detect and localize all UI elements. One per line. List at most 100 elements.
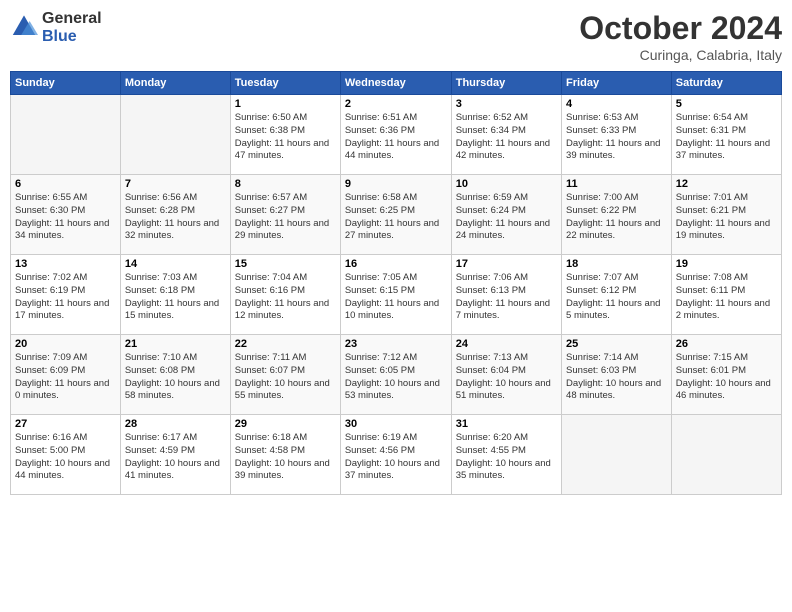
weekday-header: Monday — [120, 72, 230, 95]
calendar-cell: 13Sunrise: 7:02 AM Sunset: 6:19 PM Dayli… — [11, 255, 121, 335]
calendar-cell: 12Sunrise: 7:01 AM Sunset: 6:21 PM Dayli… — [671, 175, 781, 255]
calendar-cell: 7 Sunrise: 6:56 AM Sunset: 6:28 PM Daylig… — [120, 175, 230, 255]
day-number: 31 — [456, 418, 557, 430]
day-number: 28 — [125, 418, 226, 430]
day-detail: Sunrise: 6:51 AM Sunset: 6:36 PM Dayligh… — [345, 112, 447, 163]
calendar-cell: 5Sunrise: 6:54 AM Sunset: 6:31 PM Daylig… — [671, 95, 781, 175]
day-number: 6 — [15, 178, 116, 190]
day-detail: Sunrise: 7:09 AM Sunset: 6:09 PM Dayligh… — [15, 352, 116, 403]
day-detail: Sunrise: 6:19 AM Sunset: 4:56 PM Dayligh… — [345, 432, 447, 483]
calendar-cell: 27Sunrise: 6:16 AM Sunset: 5:00 PM Dayli… — [11, 415, 121, 495]
weekday-header: Thursday — [451, 72, 561, 95]
day-detail: Sunrise: 7:00 AM Sunset: 6:22 PM Dayligh… — [566, 192, 667, 243]
calendar-cell: 2 Sunrise: 6:51 AM Sunset: 6:36 PM Daylig… — [340, 95, 451, 175]
calendar-cell: 22 Sunrise: 7:11 AM Sunset: 6:07 PM Dayli… — [230, 335, 340, 415]
calendar-cell: 11 Sunrise: 7:00 AM Sunset: 6:22 PM Dayli… — [562, 175, 672, 255]
day-number: 30 — [345, 418, 447, 430]
logo: General Blue — [10, 10, 102, 45]
day-number: 11 — [566, 178, 667, 190]
calendar-cell: 20Sunrise: 7:09 AM Sunset: 6:09 PM Dayli… — [11, 335, 121, 415]
page-subtitle: Curinga, Calabria, Italy — [579, 47, 782, 63]
calendar-cell: 6 Sunrise: 6:55 AM Sunset: 6:30 PM Daylig… — [11, 175, 121, 255]
day-number: 12 — [676, 178, 777, 190]
day-number: 29 — [235, 418, 336, 430]
day-detail: Sunrise: 7:04 AM Sunset: 6:16 PM Dayligh… — [235, 272, 336, 323]
day-detail: Sunrise: 7:12 AM Sunset: 6:05 PM Dayligh… — [345, 352, 447, 403]
weekday-header: Saturday — [671, 72, 781, 95]
calendar-cell: 28 Sunrise: 6:17 AM Sunset: 4:59 PM Dayli… — [120, 415, 230, 495]
calendar-header-row: SundayMondayTuesdayWednesdayThursdayFrid… — [11, 72, 782, 95]
day-detail: Sunrise: 7:08 AM Sunset: 6:11 PM Dayligh… — [676, 272, 777, 323]
day-number: 22 — [235, 338, 336, 350]
day-number: 25 — [566, 338, 667, 350]
calendar-cell: 3Sunrise: 6:52 AM Sunset: 6:34 PM Daylig… — [451, 95, 561, 175]
calendar-table: SundayMondayTuesdayWednesdayThursdayFrid… — [10, 71, 782, 495]
calendar-cell: 8 Sunrise: 6:57 AM Sunset: 6:27 PM Daylig… — [230, 175, 340, 255]
day-detail: Sunrise: 6:58 AM Sunset: 6:25 PM Dayligh… — [345, 192, 447, 243]
day-detail: Sunrise: 6:55 AM Sunset: 6:30 PM Dayligh… — [15, 192, 116, 243]
day-detail: Sunrise: 7:14 AM Sunset: 6:03 PM Dayligh… — [566, 352, 667, 403]
weekday-header: Sunday — [11, 72, 121, 95]
day-number: 2 — [345, 98, 447, 110]
calendar-cell — [562, 415, 672, 495]
day-detail: Sunrise: 7:13 AM Sunset: 6:04 PM Dayligh… — [456, 352, 557, 403]
day-detail: Sunrise: 6:56 AM Sunset: 6:28 PM Dayligh… — [125, 192, 226, 243]
weekday-header: Tuesday — [230, 72, 340, 95]
day-number: 1 — [235, 98, 336, 110]
calendar-cell — [11, 95, 121, 175]
logo-text: General Blue — [42, 10, 102, 45]
day-detail: Sunrise: 6:59 AM Sunset: 6:24 PM Dayligh… — [456, 192, 557, 243]
title-block: October 2024 Curinga, Calabria, Italy — [579, 10, 782, 63]
day-number: 7 — [125, 178, 226, 190]
calendar-cell: 29Sunrise: 6:18 AM Sunset: 4:58 PM Dayli… — [230, 415, 340, 495]
day-detail: Sunrise: 6:17 AM Sunset: 4:59 PM Dayligh… — [125, 432, 226, 483]
calendar-cell: 14Sunrise: 7:03 AM Sunset: 6:18 PM Dayli… — [120, 255, 230, 335]
day-number: 8 — [235, 178, 336, 190]
day-number: 18 — [566, 258, 667, 270]
day-detail: Sunrise: 6:57 AM Sunset: 6:27 PM Dayligh… — [235, 192, 336, 243]
calendar-cell: 26 Sunrise: 7:15 AM Sunset: 6:01 PM Dayli… — [671, 335, 781, 415]
calendar-week-row: 20Sunrise: 7:09 AM Sunset: 6:09 PM Dayli… — [11, 335, 782, 415]
logo-icon — [10, 14, 38, 42]
day-number: 19 — [676, 258, 777, 270]
day-number: 15 — [235, 258, 336, 270]
day-detail: Sunrise: 7:11 AM Sunset: 6:07 PM Dayligh… — [235, 352, 336, 403]
calendar-cell: 1 Sunrise: 6:50 AM Sunset: 6:38 PM Daylig… — [230, 95, 340, 175]
calendar-cell — [671, 415, 781, 495]
day-detail: Sunrise: 7:06 AM Sunset: 6:13 PM Dayligh… — [456, 272, 557, 323]
day-detail: Sunrise: 7:05 AM Sunset: 6:15 PM Dayligh… — [345, 272, 447, 323]
calendar-cell: 18 Sunrise: 7:07 AM Sunset: 6:12 PM Dayli… — [562, 255, 672, 335]
day-number: 4 — [566, 98, 667, 110]
calendar-cell: 24Sunrise: 7:13 AM Sunset: 6:04 PM Dayli… — [451, 335, 561, 415]
page-title: October 2024 — [579, 10, 782, 47]
calendar-week-row: 1 Sunrise: 6:50 AM Sunset: 6:38 PM Daylig… — [11, 95, 782, 175]
calendar-cell: 25 Sunrise: 7:14 AM Sunset: 6:03 PM Dayli… — [562, 335, 672, 415]
calendar-cell: 23 Sunrise: 7:12 AM Sunset: 6:05 PM Dayli… — [340, 335, 451, 415]
weekday-header: Friday — [562, 72, 672, 95]
calendar-cell — [120, 95, 230, 175]
day-number: 16 — [345, 258, 447, 270]
day-number: 13 — [15, 258, 116, 270]
calendar-cell: 31 Sunrise: 6:20 AM Sunset: 4:55 PM Dayli… — [451, 415, 561, 495]
day-number: 27 — [15, 418, 116, 430]
logo-blue: Blue — [42, 28, 102, 46]
calendar-cell: 10 Sunrise: 6:59 AM Sunset: 6:24 PM Dayli… — [451, 175, 561, 255]
day-detail: Sunrise: 7:07 AM Sunset: 6:12 PM Dayligh… — [566, 272, 667, 323]
calendar-cell: 30 Sunrise: 6:19 AM Sunset: 4:56 PM Dayli… — [340, 415, 451, 495]
calendar-week-row: 27Sunrise: 6:16 AM Sunset: 5:00 PM Dayli… — [11, 415, 782, 495]
calendar-cell: 9Sunrise: 6:58 AM Sunset: 6:25 PM Daylig… — [340, 175, 451, 255]
calendar-cell: 19 Sunrise: 7:08 AM Sunset: 6:11 PM Dayli… — [671, 255, 781, 335]
calendar-week-row: 13Sunrise: 7:02 AM Sunset: 6:19 PM Dayli… — [11, 255, 782, 335]
weekday-header: Wednesday — [340, 72, 451, 95]
day-detail: Sunrise: 7:10 AM Sunset: 6:08 PM Dayligh… — [125, 352, 226, 403]
calendar-cell: 17Sunrise: 7:06 AM Sunset: 6:13 PM Dayli… — [451, 255, 561, 335]
day-detail: Sunrise: 6:50 AM Sunset: 6:38 PM Dayligh… — [235, 112, 336, 163]
day-detail: Sunrise: 6:20 AM Sunset: 4:55 PM Dayligh… — [456, 432, 557, 483]
day-number: 10 — [456, 178, 557, 190]
day-detail: Sunrise: 7:15 AM Sunset: 6:01 PM Dayligh… — [676, 352, 777, 403]
page-header: General Blue October 2024 Curinga, Calab… — [10, 10, 782, 63]
day-number: 26 — [676, 338, 777, 350]
day-number: 3 — [456, 98, 557, 110]
day-detail: Sunrise: 6:53 AM Sunset: 6:33 PM Dayligh… — [566, 112, 667, 163]
day-number: 23 — [345, 338, 447, 350]
